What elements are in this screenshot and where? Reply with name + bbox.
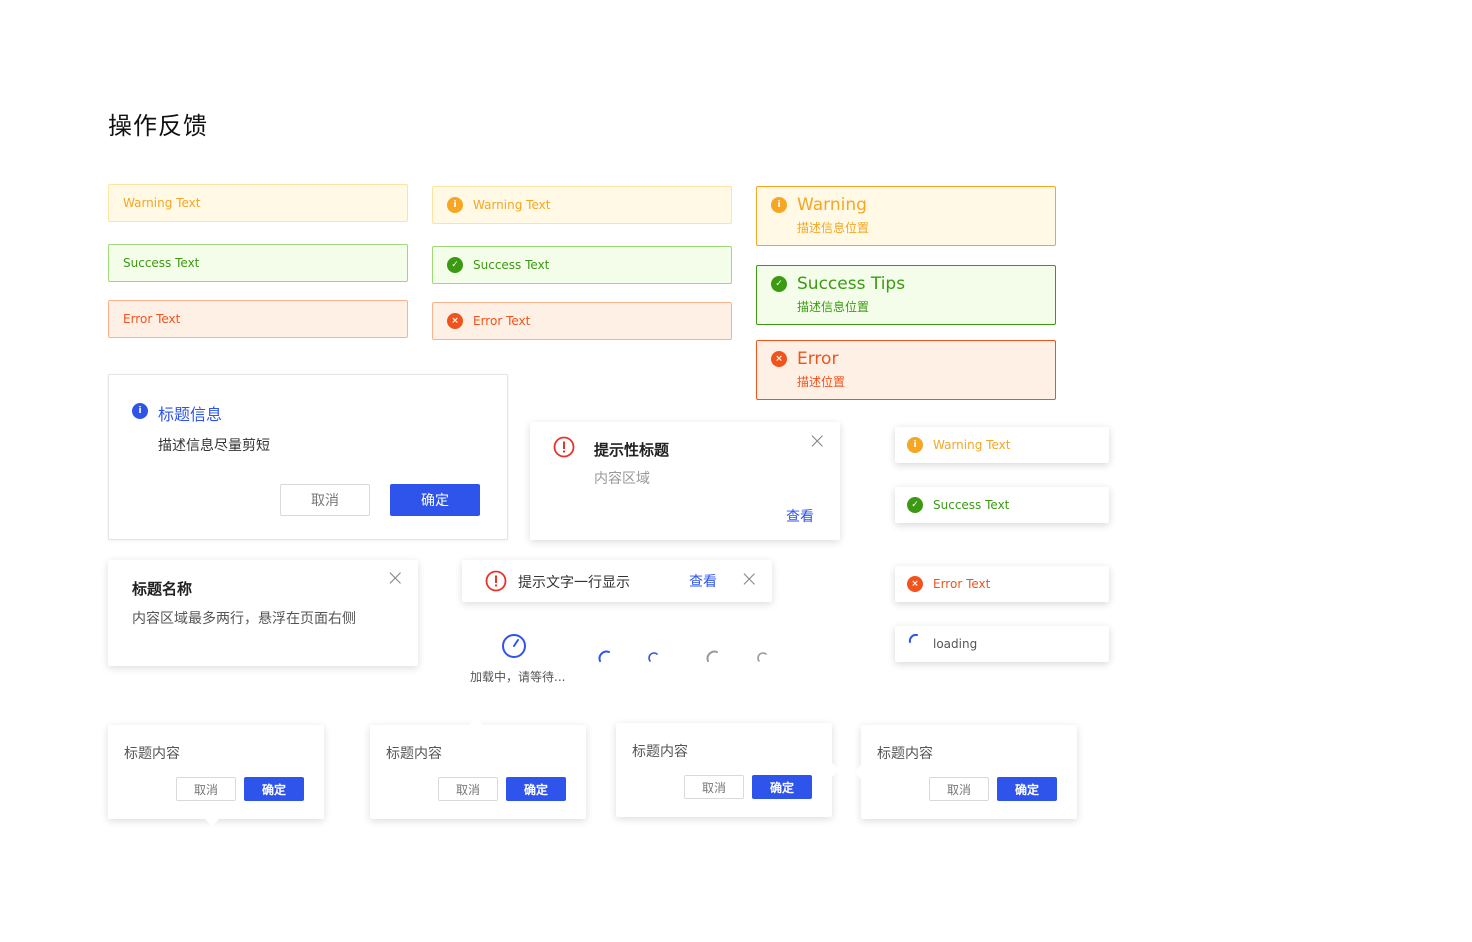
- close-circle-icon: ×: [907, 576, 923, 592]
- popover-arrow: [853, 764, 869, 780]
- warning-alert-plain: Warning Text: [108, 184, 408, 222]
- success-alert-title: Success Tips: [797, 274, 906, 294]
- popconfirm-title: 标题内容: [124, 746, 180, 762]
- success-alert-plain: Success Text: [108, 244, 408, 282]
- page-title: 操作反馈: [108, 112, 208, 140]
- warning-toast: i Warning Text: [895, 427, 1109, 463]
- error-alert-text: Error Text: [123, 312, 181, 326]
- loading-icon: [908, 633, 918, 643]
- popover-arrow: [824, 762, 840, 778]
- info-icon: i: [447, 197, 463, 213]
- loading-toast: loading: [895, 626, 1109, 662]
- confirm-button[interactable]: 确定: [506, 777, 566, 801]
- notification: 标题名称 内容区域最多两行，悬浮在页面右侧 ×: [108, 560, 418, 666]
- success-alert-desc-text: 描述信息位置: [797, 300, 870, 314]
- warning-alert-text: Warning Text: [473, 198, 551, 212]
- spinner-gray-small-icon: [757, 652, 767, 662]
- popconfirm-right: 标题内容 取消 确定: [616, 723, 840, 817]
- popconfirm-left: 标题内容 取消 确定: [853, 725, 1077, 819]
- success-toast: ✓ Success Text: [895, 487, 1109, 523]
- spinner-gray-large-icon: [706, 650, 718, 662]
- error-alert-desc-text: 描述位置: [797, 375, 846, 389]
- cancel-button[interactable]: 取消: [929, 777, 989, 801]
- spinner-large-icon: [598, 650, 610, 662]
- error-alert-plain: Error Text: [108, 300, 408, 338]
- popconfirm-title: 标题内容: [386, 746, 442, 762]
- popconfirm-title: 标题内容: [877, 746, 933, 762]
- confirm-button[interactable]: 确定: [752, 775, 812, 799]
- cancel-button[interactable]: 取消: [684, 775, 744, 799]
- close-circle-icon: ×: [447, 313, 463, 329]
- error-alert-icon: × Error Text: [432, 302, 732, 340]
- info-icon: i: [771, 197, 787, 213]
- info-dialog-title: 标题信息: [158, 405, 223, 424]
- popover-arrow: [204, 811, 220, 827]
- error-alert-desc: × Error 描述位置: [756, 340, 1056, 400]
- info-icon: i: [132, 403, 148, 419]
- success-alert-desc: ✓ Success Tips 描述信息位置: [756, 265, 1056, 325]
- error-toast-text: Error Text: [933, 577, 991, 591]
- notice-dialog: 提示性标题 内容区域 × 查看: [530, 422, 840, 540]
- warning-alert-desc: i Warning 描述信息位置: [756, 186, 1056, 246]
- loading-text: 加载中，请等待...: [470, 670, 566, 684]
- popconfirm-top: 标题内容 取消 确定: [370, 717, 586, 819]
- error-alert-title: Error: [797, 349, 839, 369]
- check-icon: ✓: [447, 257, 463, 273]
- close-icon[interactable]: ×: [386, 568, 404, 590]
- popconfirm-bottom: 标题内容 取消 确定: [108, 725, 324, 827]
- popover-arrow: [468, 717, 484, 733]
- notice-dialog-content: 内容区域: [594, 471, 650, 487]
- close-icon[interactable]: ×: [740, 569, 758, 591]
- check-icon: ✓: [771, 276, 787, 292]
- notification-title: 标题名称: [132, 580, 193, 598]
- cancel-button[interactable]: 取消: [280, 484, 370, 516]
- close-circle-icon: ×: [771, 351, 787, 367]
- inline-notice: 提示文字一行显示 查看 ×: [462, 560, 772, 602]
- success-alert-text: Success Text: [123, 256, 200, 270]
- warning-alert-desc-text: 描述信息位置: [797, 221, 870, 235]
- exclamation-circle-icon: [485, 570, 507, 592]
- success-alert-icon: ✓ Success Text: [432, 246, 732, 284]
- warning-alert-title: Warning: [797, 195, 867, 215]
- info-dialog: i 标题信息 描述信息尽量剪短 取消 确定: [108, 374, 508, 540]
- popconfirm-title: 标题内容: [632, 744, 688, 760]
- cancel-button[interactable]: 取消: [176, 777, 236, 801]
- inline-notice-text: 提示文字一行显示: [518, 575, 630, 591]
- success-toast-text: Success Text: [933, 498, 1010, 512]
- notice-dialog-title: 提示性标题: [594, 441, 670, 459]
- loading-spinner-icon: [502, 634, 526, 658]
- close-icon[interactable]: ×: [808, 431, 826, 453]
- warning-alert-text: Warning Text: [123, 196, 201, 210]
- success-alert-text: Success Text: [473, 258, 550, 272]
- spinner-small-icon: [648, 652, 658, 662]
- exclamation-circle-icon: [553, 436, 575, 458]
- error-toast: × Error Text: [895, 566, 1109, 602]
- view-link[interactable]: 查看: [786, 506, 814, 526]
- loading-toast-text: loading: [933, 637, 978, 651]
- warning-toast-text: Warning Text: [933, 438, 1011, 452]
- warning-alert-icon: i Warning Text: [432, 186, 732, 224]
- check-icon: ✓: [907, 497, 923, 513]
- cancel-button[interactable]: 取消: [438, 777, 498, 801]
- confirm-button[interactable]: 确定: [390, 484, 480, 516]
- error-alert-text: Error Text: [473, 314, 531, 328]
- view-link[interactable]: 查看: [689, 571, 717, 591]
- confirm-button[interactable]: 确定: [997, 777, 1057, 801]
- notification-content: 内容区域最多两行，悬浮在页面右侧: [132, 611, 356, 627]
- confirm-button[interactable]: 确定: [244, 777, 304, 801]
- info-dialog-desc: 描述信息尽量剪短: [158, 438, 270, 454]
- info-icon: i: [907, 437, 923, 453]
